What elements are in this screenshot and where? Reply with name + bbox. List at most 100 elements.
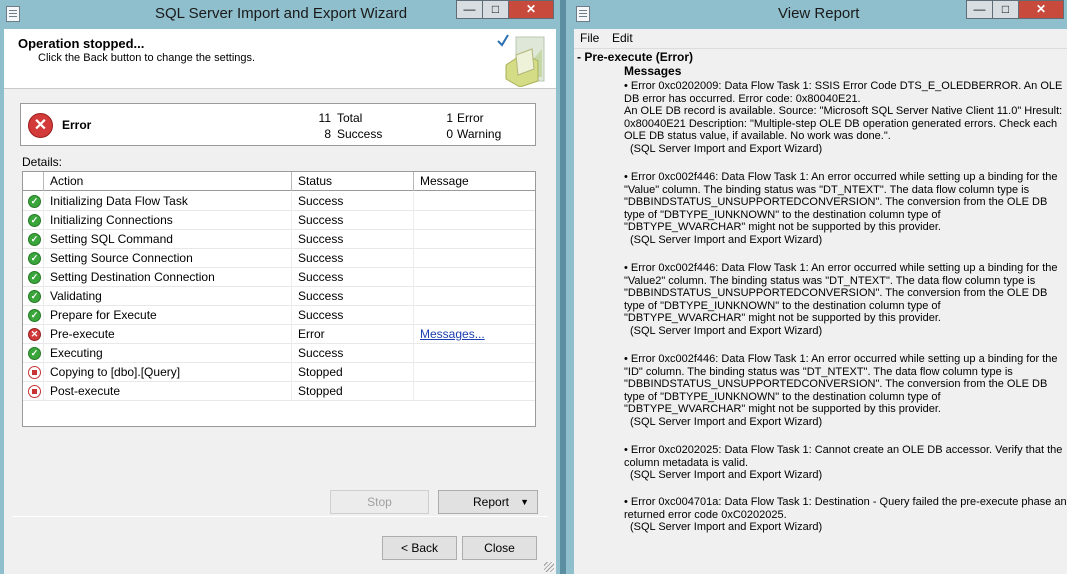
success-count: 8 — [324, 127, 331, 141]
button-separator — [12, 516, 548, 517]
message-line: 0x80040E21 Description: "Multiple-step O… — [624, 117, 1058, 130]
report-client: File Edit - Pre-execute (Error) Messages… — [574, 29, 1067, 574]
column-header-action[interactable]: Action — [43, 172, 291, 191]
stopped-icon — [28, 385, 41, 398]
cell-status: Success — [291, 211, 413, 230]
message-line: An OLE DB record is available. Source: "… — [624, 105, 1063, 117]
cell-action: Setting SQL Command — [43, 230, 291, 249]
wizard-client: Operation stopped... Click the Back butt… — [4, 29, 556, 574]
report-window-title: View Report — [778, 5, 860, 22]
table-row[interactable]: Copying to [dbo].[Query] Stopped — [23, 363, 535, 382]
cell-status: Stopped — [291, 363, 413, 382]
message-line: "DBBINDSTATUS_UNSUPPORTEDCONVERSION". Th… — [624, 378, 1048, 390]
messages-title: Messages — [624, 64, 682, 78]
close-window-icon[interactable]: ✕ — [508, 0, 554, 19]
table-row[interactable]: ✓ Initializing Connections Success — [23, 211, 535, 230]
maximize-icon[interactable]: □ — [482, 0, 509, 19]
report-message: • Error 0xc0202025: Data Flow Task 1: Ca… — [624, 444, 1062, 482]
app-icon — [6, 6, 20, 22]
cell-message — [413, 230, 535, 249]
cell-action: Prepare for Execute — [43, 306, 291, 325]
message-line: "Value" column. The binding status was "… — [624, 183, 1030, 196]
message-source: (SQL Server Import and Export Wizard) — [630, 521, 823, 533]
message-source: (SQL Server Import and Export Wizard) — [630, 469, 823, 481]
error-count: 1 — [446, 111, 453, 125]
cell-message — [413, 344, 535, 363]
cell-message — [413, 363, 535, 382]
table-row[interactable]: ✓ Setting SQL Command Success — [23, 230, 535, 249]
report-minimize-icon[interactable]: — — [966, 0, 993, 19]
cell-action: Executing — [43, 344, 291, 363]
success-check-icon: ✓ — [28, 347, 41, 360]
success-check-icon: ✓ — [28, 233, 41, 246]
report-close-icon[interactable]: ✕ — [1018, 0, 1064, 19]
report-message: • Error 0xc002f446: Data Flow Task 1: An… — [624, 171, 1062, 246]
cell-message — [413, 268, 535, 287]
cell-status: Success — [291, 287, 413, 306]
resize-grip-icon[interactable] — [544, 562, 554, 572]
wizard-header: Operation stopped... Click the Back butt… — [4, 29, 556, 89]
table-row[interactable]: Post-execute Stopped — [23, 382, 535, 401]
message-line: "DBBINDSTATUS_UNSUPPORTEDCONVERSION". Th… — [624, 196, 1048, 208]
table-row[interactable]: ✕ Pre-execute Error Messages... — [23, 325, 535, 344]
success-check-icon: ✓ — [28, 195, 41, 208]
message-line: type of "DBTYPE_IUNKNOWN" to the destina… — [624, 390, 941, 403]
report-app-icon — [576, 6, 590, 22]
message-line: "DBTYPE_WVARCHAR" might not be supported… — [624, 403, 941, 415]
report-message: • Error 0xc004701a: Data Flow Task 1: De… — [624, 496, 1067, 534]
table-row[interactable]: ✓ Prepare for Execute Success — [23, 306, 535, 325]
cell-action: Setting Destination Connection — [43, 268, 291, 287]
cell-action: Setting Source Connection — [43, 249, 291, 268]
table-row[interactable]: ✓ Setting Destination Connection Success — [23, 268, 535, 287]
report-maximize-icon[interactable]: □ — [992, 0, 1019, 19]
wizard-header-graphic-icon — [497, 34, 545, 87]
menu-edit[interactable]: Edit — [612, 31, 633, 45]
message-line: • Error 0xc0202025: Data Flow Task 1: Ca… — [624, 444, 1063, 456]
message-line: "ID" column. The binding status was "DT_… — [624, 365, 1013, 378]
cell-message: Messages... — [413, 325, 535, 344]
message-line: • Error 0xc0202009: Data Flow Task 1: SS… — [624, 80, 1063, 92]
table-row[interactable]: ✓ Executing Success — [23, 344, 535, 363]
header-subtitle: Click the Back button to change the sett… — [38, 52, 256, 64]
stopped-icon — [28, 366, 41, 379]
message-line: type of "DBTYPE_IUNKNOWN" to the destina… — [624, 299, 941, 312]
report-button[interactable]: Report ▼ — [438, 490, 538, 514]
cell-status: Success — [291, 268, 413, 287]
summary-panel: ✕ Error 11 Total 8 Success 1 Error 0 War… — [20, 103, 536, 146]
message-line: "DBBINDSTATUS_UNSUPPORTEDCONVERSION". Th… — [624, 287, 1048, 299]
message-line: "DBTYPE_WVARCHAR" might not be supported… — [624, 221, 941, 233]
back-button[interactable]: < Back — [382, 536, 457, 560]
success-check-icon: ✓ — [28, 290, 41, 303]
cell-message — [413, 382, 535, 401]
cell-status: Error — [291, 325, 413, 344]
cell-message — [413, 287, 535, 306]
message-line: "DBTYPE_WVARCHAR" might not be supported… — [624, 312, 941, 324]
close-button[interactable]: Close — [462, 536, 537, 560]
details-grid[interactable]: Action Status Message ✓ Initializing Data… — [22, 171, 536, 427]
success-check-icon: ✓ — [28, 309, 41, 322]
report-titlebar[interactable]: View Report — □ ✕ — [566, 0, 1067, 29]
stop-button[interactable]: Stop — [330, 490, 429, 514]
messages-link[interactable]: Messages... — [420, 327, 485, 341]
cell-status: Success — [291, 344, 413, 363]
column-header-status[interactable]: Status — [291, 172, 413, 191]
cell-action: Validating — [43, 287, 291, 306]
minimize-icon[interactable]: — — [456, 0, 483, 19]
message-line: • Error 0xc002f446: Data Flow Task 1: An… — [624, 171, 1058, 183]
grid-header: Action Status Message — [23, 172, 535, 191]
message-line: "Value2" column. The binding status was … — [624, 274, 1036, 287]
column-header-message[interactable]: Message — [413, 172, 535, 191]
warning-count: 0 — [446, 127, 453, 141]
error-x-icon: ✕ — [28, 113, 53, 138]
wizard-window-title: SQL Server Import and Export Wizard — [155, 5, 408, 22]
table-row[interactable]: ✓ Validating Success — [23, 287, 535, 306]
section-title-pre-execute[interactable]: - Pre-execute (Error) — [577, 51, 693, 64]
wizard-titlebar[interactable]: SQL Server Import and Export Wizard — □ … — [0, 0, 560, 29]
dropdown-arrow-icon: ▼ — [520, 497, 529, 507]
message-line: • Error 0xc004701a: Data Flow Task 1: De… — [624, 496, 1067, 508]
report-message: • Error 0xc0202009: Data Flow Task 1: SS… — [624, 80, 1062, 155]
table-row[interactable]: ✓ Setting Source Connection Success — [23, 249, 535, 268]
menu-file[interactable]: File — [580, 31, 599, 45]
success-check-icon: ✓ — [28, 214, 41, 227]
table-row[interactable]: ✓ Initializing Data Flow Task Success — [23, 192, 535, 211]
